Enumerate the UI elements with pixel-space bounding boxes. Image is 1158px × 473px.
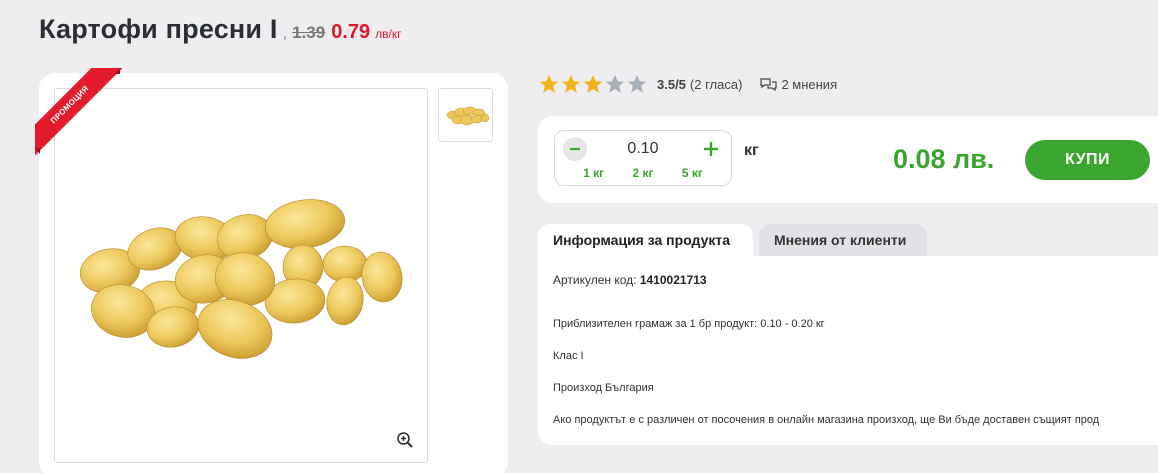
rating-votes: (2 гласа) <box>689 76 743 92</box>
buy-button[interactable]: КУПИ <box>1025 140 1150 180</box>
star-rating[interactable] <box>538 73 648 95</box>
quantity-unit: кг <box>744 142 759 159</box>
total-price: 0.08 лв. <box>893 144 995 174</box>
star-icon[interactable] <box>604 73 626 95</box>
opinions-link[interactable]: 2 мнения <box>760 77 837 92</box>
quantity-stepper: 0.10 1 кг 2 кг 5 кг <box>554 130 732 186</box>
article-code-value: 1410021713 <box>639 273 707 287</box>
price-unit: лв/кг <box>375 27 402 41</box>
tab-product-info[interactable]: Информация за продукта <box>538 224 753 256</box>
info-origin: Произход България <box>553 382 654 394</box>
potatoes-thumbnail-image <box>446 106 490 126</box>
ribbon-fold <box>35 148 40 154</box>
article-code: Артикулен код: 1410021713 <box>553 273 707 287</box>
info-class: Клас I <box>553 350 584 362</box>
tab-customer-reviews[interactable]: Мнения от клиенти <box>759 224 927 256</box>
old-price: 1.39 <box>292 23 326 42</box>
product-thumbnail[interactable] <box>438 88 493 142</box>
plus-icon <box>704 142 718 156</box>
promo-ribbon: ПРОМОЦИЯ <box>35 68 125 158</box>
product-info-panel: Артикулен код: 1410021713 Приблизителен … <box>538 256 1158 445</box>
star-icon[interactable] <box>626 73 648 95</box>
increase-button[interactable] <box>699 137 723 161</box>
promo-price: 0.79 <box>331 21 371 43</box>
chat-bubbles-icon <box>760 78 778 91</box>
page-title: Картофи пресни I <box>39 14 278 44</box>
rating-value: 3.5/5 <box>657 76 686 92</box>
quantity-presets: 1 кг 2 кг 5 кг <box>555 166 731 180</box>
star-icon[interactable] <box>582 73 604 95</box>
purchase-panel: 0.10 1 кг 2 кг 5 кг кг 0.08 лв. КУПИ <box>538 116 1158 203</box>
star-icon[interactable] <box>538 73 560 95</box>
quantity-input[interactable]: 0.10 <box>595 140 691 158</box>
opinions-count: 2 мнения <box>781 76 838 92</box>
zoom-in-icon[interactable] <box>396 431 414 449</box>
rating-bar: 3.5/5 (2 гласа) 2 мнения <box>538 73 837 95</box>
preset-2kg[interactable]: 2 кг <box>632 166 653 180</box>
preset-1kg[interactable]: 1 кг <box>583 166 604 180</box>
ribbon-fold <box>114 68 120 74</box>
preset-5kg[interactable]: 5 кг <box>682 166 703 180</box>
product-header: Картофи пресни I , 1.39 0.79 лв/кг <box>39 14 401 45</box>
article-code-label: Артикулен код: <box>553 273 637 287</box>
star-icon[interactable] <box>560 73 582 95</box>
info-note: Ако продуктът е с различен от посочения … <box>553 414 1100 426</box>
info-weight: Приблизителен грамаж за 1 бр продукт: 0.… <box>553 318 825 330</box>
title-separator: , <box>282 25 288 42</box>
promo-badge: ПРОМОЦИЯ <box>35 68 124 158</box>
decrease-button[interactable] <box>563 137 587 161</box>
minus-icon <box>570 147 580 151</box>
product-tabs: Информация за продукта Мнения от клиенти <box>538 224 933 256</box>
